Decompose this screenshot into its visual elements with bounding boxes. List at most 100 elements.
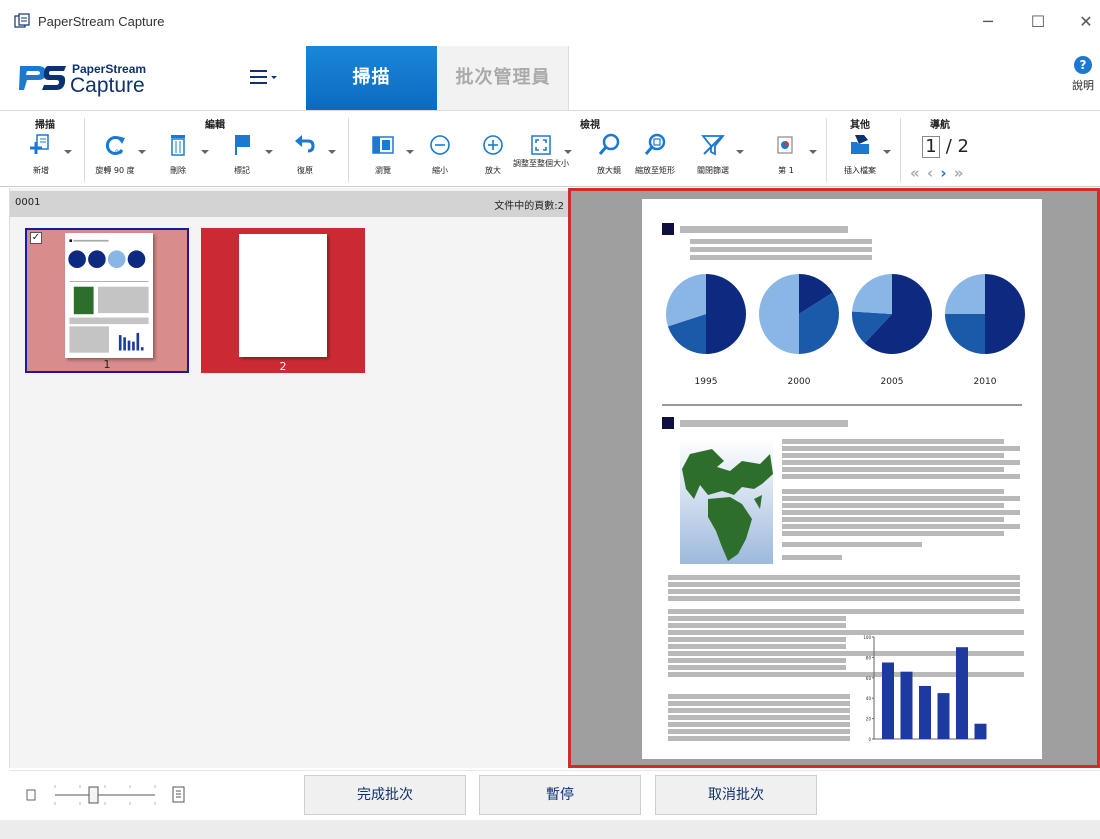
zoom-in-button[interactable]: 放大 xyxy=(470,132,516,182)
browse-label: 瀏覽 xyxy=(375,166,391,175)
zoom-out-button[interactable]: 縮小 xyxy=(417,132,463,182)
maximize-button[interactable]: ☐ xyxy=(1023,10,1053,34)
prev-arrow-icon[interactable]: ‹ xyxy=(927,164,934,182)
text-line xyxy=(782,496,1020,501)
ribbon-separator xyxy=(84,118,85,182)
text-line xyxy=(668,651,1024,656)
rotate-label: 旋轉 90 度 xyxy=(95,166,135,175)
text-line xyxy=(668,582,1020,587)
pie-slice xyxy=(985,274,1025,354)
pie-label: 2000 xyxy=(788,377,811,387)
first-page-button[interactable]: 第 1 xyxy=(763,132,817,182)
text-line xyxy=(782,460,1020,465)
menu-icon xyxy=(250,70,267,72)
filter-button[interactable]: 關閉篩選 xyxy=(690,132,744,182)
bar-tick-label: 100 xyxy=(863,635,871,640)
undo-button[interactable]: 復原 xyxy=(282,132,336,182)
slider-thumb xyxy=(88,786,99,804)
text-line xyxy=(668,736,850,741)
zoom-out-icon xyxy=(430,135,450,155)
bar-tick-label: 80 xyxy=(866,655,872,660)
cancel-batch-button[interactable]: 取消批次 xyxy=(655,775,817,815)
rotate-icon: 90 xyxy=(105,136,125,156)
text-line xyxy=(668,609,1024,614)
filter-off-icon xyxy=(701,135,725,156)
first-page-icon xyxy=(777,136,793,154)
bar xyxy=(919,685,931,739)
zoom-rect-button[interactable]: 縮放至矩形 xyxy=(632,132,678,182)
text-line xyxy=(668,729,850,734)
thumbnail-page-1[interactable]: ✓ 1 xyxy=(25,228,189,373)
pie-slice xyxy=(945,274,985,314)
paperstream-logo: PaperStream Capture xyxy=(18,60,178,100)
document-preview-panel: 1995 2000 2005 2010 100 80 60 40 20 0 xyxy=(568,188,1100,768)
text-line xyxy=(668,715,850,720)
thumbnail-page-2[interactable]: 2 xyxy=(201,228,365,373)
batch-id: 0001 xyxy=(15,197,41,208)
fit-button[interactable]: 調整至整個大小 xyxy=(513,132,572,182)
current-page-input[interactable]: 1 xyxy=(922,136,940,158)
rotate-button[interactable]: 90 旋轉 90 度 xyxy=(92,132,146,182)
app-icon xyxy=(14,13,30,28)
tab-batch-manager[interactable]: 批次管理員 xyxy=(438,46,569,110)
new-scan-icon xyxy=(30,134,49,154)
close-button[interactable]: ✕ xyxy=(1071,10,1100,34)
tab-scan[interactable]: 掃描 xyxy=(306,46,437,110)
bar xyxy=(937,693,950,739)
window-title: PaperStream Capture xyxy=(38,14,165,29)
pie-slice xyxy=(945,314,985,354)
minimize-button[interactable]: ─ xyxy=(973,10,1003,34)
menu-button[interactable] xyxy=(250,66,280,90)
text-line xyxy=(782,446,1020,451)
total-pages: / 2 xyxy=(945,136,969,157)
text-line xyxy=(782,489,1004,494)
new-label: 新增 xyxy=(33,166,49,175)
text-line xyxy=(782,474,1020,479)
next-arrow-icon[interactable]: › xyxy=(940,164,947,182)
delete-label: 刪除 xyxy=(170,166,186,175)
thumbnail-number: 1 xyxy=(103,358,111,371)
app-header: PaperStream Capture 掃描 批次管理員 ? 說明 xyxy=(0,44,1100,111)
title-bar: PaperStream Capture ─ ☐ ✕ xyxy=(0,0,1100,44)
text-line xyxy=(782,517,1004,522)
first-arrow-icon[interactable]: « xyxy=(910,164,921,182)
first-label: 第 1 xyxy=(778,166,794,175)
zoom-out-label: 縮小 xyxy=(432,166,448,175)
thumbnail-size-slider[interactable] xyxy=(25,785,195,805)
thumbnail-checkbox[interactable]: ✓ xyxy=(30,232,42,244)
text-line xyxy=(668,672,1024,677)
thumbnail-panel: 0001 文件中的頁數:2 ✓ 1 2 xyxy=(9,188,568,768)
pie-slice xyxy=(852,274,892,314)
logo-text-bottom: Capture xyxy=(70,74,145,97)
new-button[interactable]: 新增 xyxy=(18,132,72,182)
insert-file-button[interactable]: 插入檔案 xyxy=(837,132,891,182)
finish-batch-button[interactable]: 完成批次 xyxy=(304,775,466,815)
text-line xyxy=(782,531,1004,536)
group-edit-title: 編輯 xyxy=(205,120,225,131)
text-line xyxy=(782,555,842,560)
text-line xyxy=(782,453,1004,458)
mark-button[interactable]: 標記 xyxy=(219,132,273,182)
text-line xyxy=(668,658,846,663)
text-line xyxy=(668,637,846,642)
text-line xyxy=(668,701,850,706)
help-button[interactable]: ? 說明 xyxy=(1068,56,1098,93)
browse-button[interactable]: 瀏覽 xyxy=(360,132,414,182)
heading-bullet xyxy=(662,417,674,429)
group-scan-title: 掃描 xyxy=(35,120,55,131)
page-navigator: 1 / 2 xyxy=(922,136,969,158)
status-bar xyxy=(0,820,1100,839)
bar-tick-label: 20 xyxy=(866,717,872,722)
pause-button[interactable]: 暫停 xyxy=(479,775,641,815)
pie-charts: 1995 2000 2005 2010 xyxy=(666,274,1025,387)
group-view-title: 檢視 xyxy=(580,120,600,131)
delete-button[interactable]: 刪除 xyxy=(155,132,209,182)
text-line xyxy=(668,694,850,699)
group-other-title: 其他 xyxy=(850,120,870,131)
ribbon-separator xyxy=(348,118,349,182)
ribbon-toolbar: 掃描 編輯 檢視 其他 導航 新增 90 旋轉 90 度 刪除 標記 復原 瀏覽… xyxy=(0,112,1100,187)
page-count: 文件中的頁數:2 xyxy=(494,201,564,212)
last-arrow-icon[interactable]: » xyxy=(954,164,965,182)
text-line xyxy=(782,439,1004,444)
text-line xyxy=(668,596,1020,601)
